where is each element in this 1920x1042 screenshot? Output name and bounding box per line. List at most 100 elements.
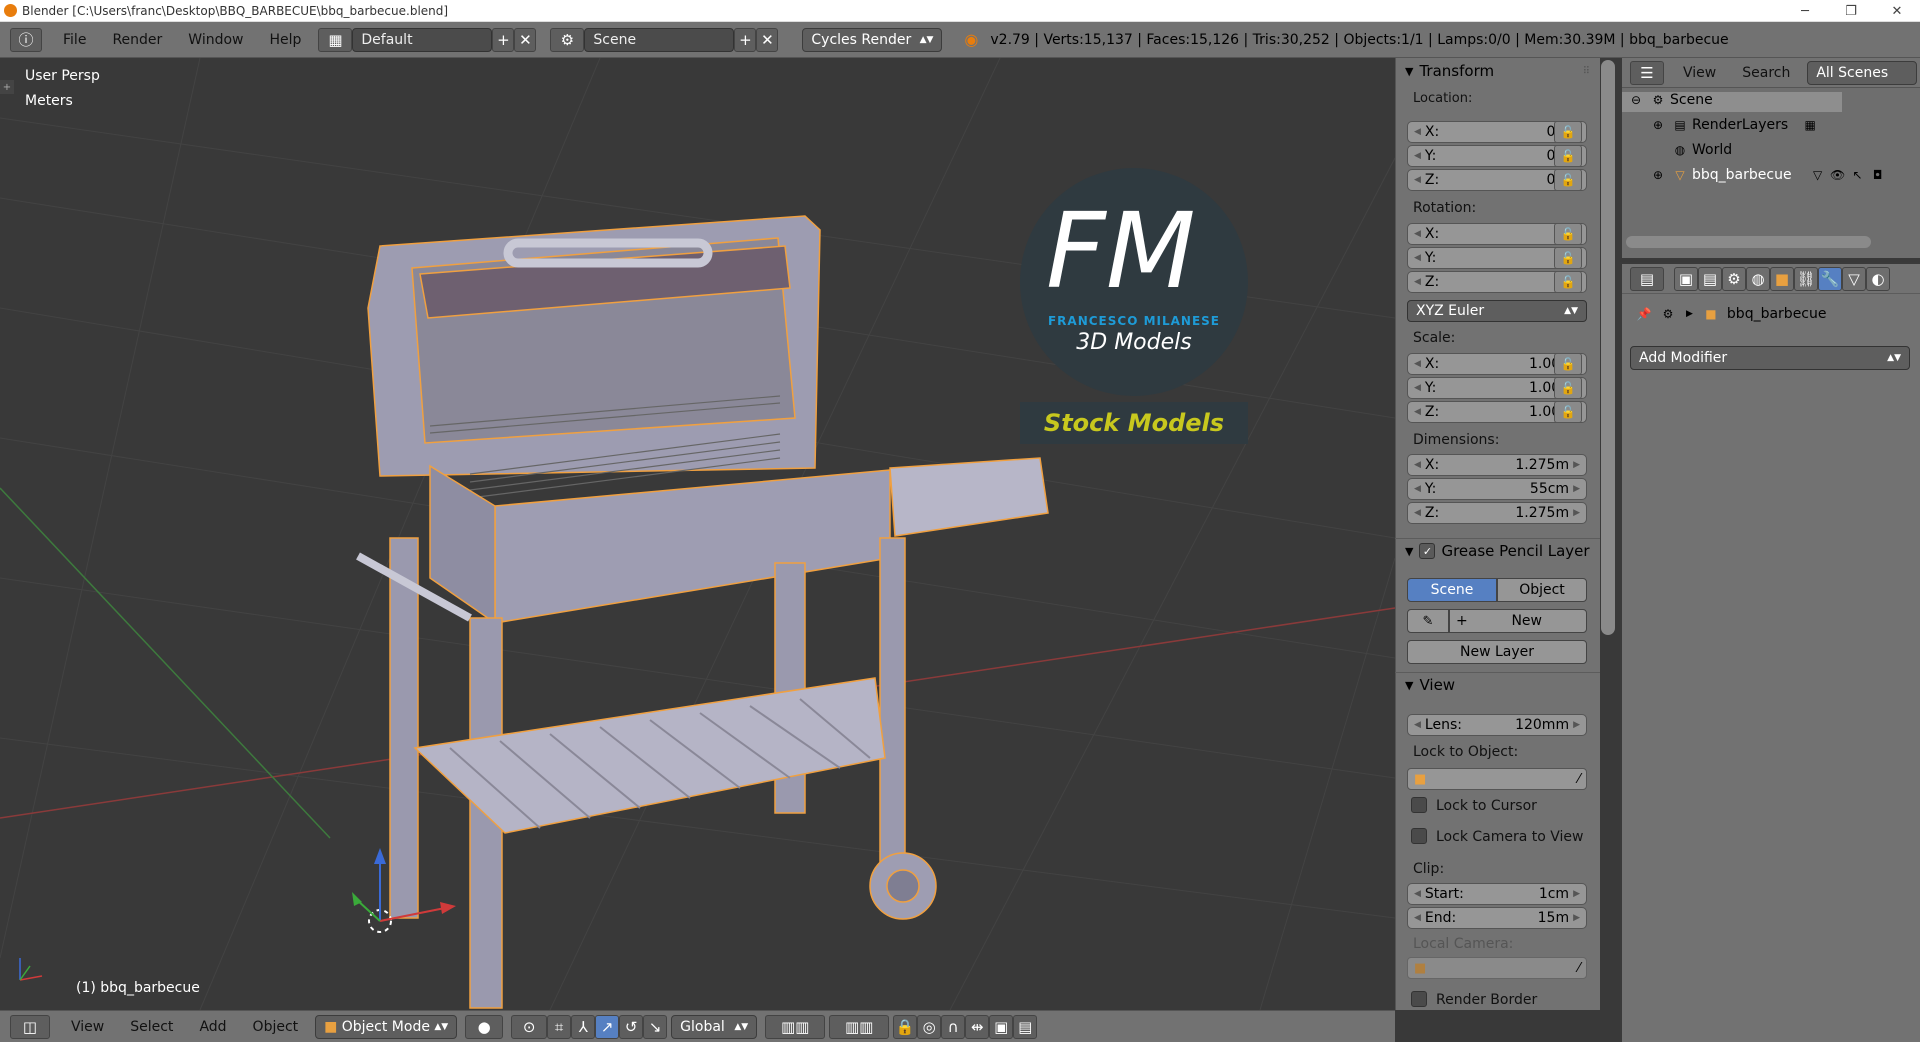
lock-rotation-z-icon[interactable]: 🔓: [1554, 271, 1582, 293]
rotate-manipulator-button[interactable]: ↗: [595, 1014, 620, 1039]
local-camera-field[interactable]: ■ ⁄: [1407, 957, 1587, 979]
transform-orientation-dropdown[interactable]: Global ▲▼: [671, 1014, 758, 1039]
outliner-row-scene[interactable]: ⊖ ⚙ Scene: [1628, 92, 1713, 108]
rotate-icon-button[interactable]: ↺: [619, 1014, 644, 1039]
menu-select[interactable]: Select: [117, 1019, 186, 1035]
opengl-render-button[interactable]: ▣: [989, 1014, 1014, 1039]
remove-layout-icon[interactable]: ✕: [514, 27, 537, 52]
dimensions-y-field[interactable]: ◀ Y: 55cm ▶: [1407, 478, 1587, 500]
grease-pencil-checkbox[interactable]: ✓: [1419, 543, 1436, 559]
render-border-checkbox[interactable]: [1411, 991, 1427, 1007]
collapse-toggle-icon[interactable]: ⊖: [1628, 92, 1644, 108]
decrement-arrow-icon[interactable]: ◀: [1414, 484, 1421, 494]
increment-arrow-icon[interactable]: ▶: [1573, 913, 1580, 923]
snap-element-button[interactable]: ⇹: [965, 1014, 990, 1039]
lock-location-z-icon[interactable]: 🔓: [1554, 169, 1582, 191]
opengl-animation-button[interactable]: ▤: [1013, 1014, 1038, 1039]
decrement-arrow-icon[interactable]: ◀: [1414, 277, 1421, 287]
translate-manipulator-button[interactable]: ⅄: [571, 1014, 596, 1039]
snap-button[interactable]: ∩: [941, 1014, 966, 1039]
decrement-arrow-icon[interactable]: ◀: [1414, 229, 1421, 239]
data-tab-icon[interactable]: ▽: [1842, 266, 1866, 291]
pivot-point-button[interactable]: ⊙: [511, 1014, 548, 1039]
add-modifier-dropdown[interactable]: Add Modifier ▲▼: [1630, 346, 1910, 370]
menu-file[interactable]: File: [50, 32, 99, 48]
close-button[interactable]: ✕: [1874, 0, 1920, 22]
outliner-scrollbar[interactable]: [1626, 236, 1871, 248]
scene-tab-icon[interactable]: ⚙: [1722, 266, 1746, 291]
maximize-button[interactable]: ❐: [1828, 0, 1874, 22]
decrement-arrow-icon[interactable]: ◀: [1414, 175, 1421, 185]
rotation-mode-dropdown[interactable]: XYZ Euler ▲▼: [1407, 300, 1587, 322]
mode-dropdown[interactable]: ■ Object Mode ▲▼: [315, 1014, 458, 1039]
decrement-arrow-icon[interactable]: ◀: [1414, 508, 1421, 518]
minimize-button[interactable]: ─: [1782, 0, 1828, 22]
expand-toggle-icon[interactable]: ⊕: [1650, 117, 1666, 133]
lock-scale-y-icon[interactable]: 🔓: [1554, 377, 1582, 399]
decrement-arrow-icon[interactable]: ◀: [1414, 127, 1421, 137]
render-tab-icon[interactable]: ▣: [1674, 266, 1698, 291]
transform-header[interactable]: ▼ Transform ⠿: [1395, 58, 1600, 84]
expand-toggle-icon[interactable]: ⊕: [1650, 167, 1666, 183]
object-tab-icon[interactable]: ■: [1770, 266, 1794, 291]
add-scene-icon[interactable]: +: [734, 27, 757, 52]
drag-grip-icon[interactable]: ⠿: [1583, 66, 1590, 77]
toolshelf-toggle-icon[interactable]: +: [0, 80, 14, 94]
gp-scene-toggle[interactable]: Scene: [1407, 578, 1497, 602]
lock-rotation-y-icon[interactable]: 🔓: [1554, 247, 1582, 269]
screen-layout-icon[interactable]: ▦: [318, 27, 353, 52]
lock-camera-checkbox[interactable]: [1411, 828, 1427, 844]
lock-object-field[interactable]: ■ ⁄: [1407, 768, 1587, 790]
decrement-arrow-icon[interactable]: ◀: [1414, 407, 1421, 417]
bbq-barbecue-model[interactable]: [356, 215, 1049, 1009]
render-layers-tab-icon[interactable]: ▤: [1698, 266, 1722, 291]
menu-add[interactable]: Add: [186, 1019, 239, 1035]
3d-viewport[interactable]: + User Persp Meters (1) bbq_barbecue FM …: [0, 58, 1395, 1010]
proportional-edit-button[interactable]: ◎: [917, 1014, 942, 1039]
clip-start-field[interactable]: ◀ Start: 1cm ▶: [1407, 883, 1587, 905]
decrement-arrow-icon[interactable]: ◀: [1414, 889, 1421, 899]
decrement-arrow-icon[interactable]: ◀: [1414, 359, 1421, 369]
lock-location-y-icon[interactable]: 🔓: [1554, 145, 1582, 167]
gp-new-layer-button[interactable]: New Layer: [1407, 640, 1587, 664]
decrement-arrow-icon[interactable]: ◀: [1414, 151, 1421, 161]
sidebar-scrollbar[interactable]: [1601, 60, 1615, 635]
increment-arrow-icon[interactable]: ▶: [1573, 484, 1580, 494]
menu-window[interactable]: Window: [175, 32, 256, 48]
scale-manipulator-button[interactable]: ↘: [643, 1014, 668, 1039]
lock-layers-button[interactable]: 🔒: [893, 1014, 918, 1039]
dimensions-x-field[interactable]: ◀ X: 1.275m ▶: [1407, 454, 1587, 476]
decrement-arrow-icon[interactable]: ◀: [1414, 720, 1421, 730]
menu-object[interactable]: Object: [240, 1019, 312, 1035]
eyedropper-icon[interactable]: ⁄: [1578, 961, 1580, 976]
lock-rotation-x-icon[interactable]: 🔓: [1554, 223, 1582, 245]
lock-scale-x-icon[interactable]: 🔓: [1554, 353, 1582, 375]
manipulator-toggle-button[interactable]: ⌗: [547, 1014, 572, 1039]
increment-arrow-icon[interactable]: ▶: [1573, 460, 1580, 470]
outliner-editor-type-button[interactable]: ☰: [1630, 60, 1664, 85]
layers-row1-button[interactable]: ▥▥: [765, 1014, 826, 1039]
menu-render[interactable]: Render: [99, 32, 175, 48]
cursor-select-icon[interactable]: ↖: [1850, 167, 1866, 183]
modifiers-tab-icon[interactable]: 🔧: [1818, 266, 1842, 291]
gp-pencil-icon[interactable]: ✎: [1407, 609, 1449, 633]
increment-arrow-icon[interactable]: ▶: [1573, 720, 1580, 730]
outliner-menu-search[interactable]: Search: [1729, 65, 1803, 81]
lock-location-x-icon[interactable]: 🔓: [1554, 121, 1582, 143]
outliner-menu-view[interactable]: View: [1670, 65, 1729, 81]
decrement-arrow-icon[interactable]: ◀: [1414, 253, 1421, 263]
gp-object-toggle[interactable]: Object: [1497, 578, 1587, 602]
gp-new-button[interactable]: + New: [1449, 609, 1587, 633]
grease-pencil-header[interactable]: ▼ ✓ Grease Pencil Layer: [1405, 542, 1590, 560]
world-tab-icon[interactable]: ◍: [1746, 266, 1770, 291]
material-tab-icon[interactable]: ◐: [1866, 266, 1890, 291]
view-panel-header[interactable]: ▼ View: [1405, 676, 1455, 694]
lens-field[interactable]: ◀ Lens: 120mm ▶: [1407, 714, 1587, 736]
decrement-arrow-icon[interactable]: ◀: [1414, 460, 1421, 470]
eyedropper-icon[interactable]: ⁄: [1578, 772, 1580, 787]
properties-editor-type-button[interactable]: ▤: [1630, 266, 1664, 291]
increment-arrow-icon[interactable]: ▶: [1573, 508, 1580, 518]
increment-arrow-icon[interactable]: ▶: [1573, 889, 1580, 899]
remove-scene-icon[interactable]: ✕: [756, 27, 779, 52]
editor-type-info-button[interactable]: ⓘ: [10, 27, 42, 52]
